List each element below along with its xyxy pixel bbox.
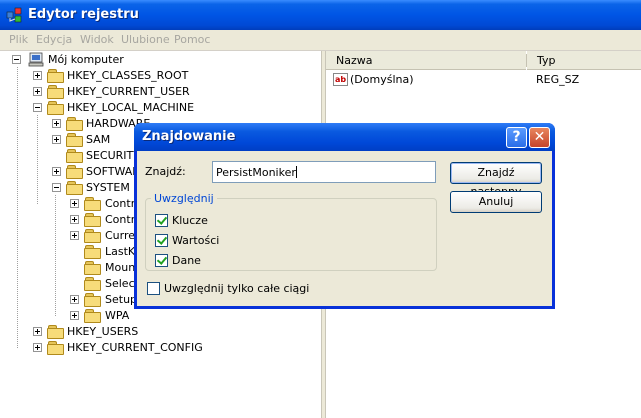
collapse-icon[interactable] (33, 103, 42, 112)
window-title: Edytor rejestru (28, 7, 139, 22)
expand-icon[interactable] (33, 87, 42, 96)
folder-icon (84, 213, 101, 227)
dialog-body: Znajdź: PersistMoniker Znajdź następny A… (137, 151, 552, 306)
find-input-value: PersistMoniker (216, 166, 296, 179)
collapse-icon[interactable] (12, 55, 21, 64)
column-header-label: Typ (537, 54, 556, 67)
tree-line (17, 67, 18, 348)
folder-icon (66, 149, 83, 163)
tree-node-label: HKEY_CURRENT_USER (67, 85, 190, 98)
value-type: REG_SZ (536, 73, 580, 86)
find-label: Znajdź: (145, 165, 186, 178)
dialog-title-bar[interactable]: Znajdowanie ? ✕ (134, 123, 555, 151)
values-checkbox-label[interactable]: Wartości (172, 234, 219, 247)
folder-icon (47, 69, 64, 83)
expand-icon[interactable] (52, 119, 61, 128)
tree-node-label: Mój komputer (48, 53, 124, 66)
folder-icon (84, 197, 101, 211)
expand-icon[interactable] (70, 311, 79, 320)
column-header-type[interactable]: Typ (527, 51, 641, 70)
expand-icon[interactable] (33, 343, 42, 352)
data-checkbox[interactable] (155, 254, 168, 267)
keys-checkbox[interactable] (155, 214, 168, 227)
open-folder-icon (47, 101, 64, 115)
find-input[interactable]: PersistMoniker (212, 161, 436, 183)
folder-icon (84, 245, 101, 259)
expand-icon[interactable] (52, 135, 61, 144)
folder-icon (47, 325, 64, 339)
folder-icon (84, 309, 101, 323)
menu-view[interactable]: Widok (80, 33, 114, 46)
keys-checkbox-label[interactable]: Klucze (172, 214, 208, 227)
whole-string-checkbox[interactable] (147, 282, 160, 295)
tree-node-label: HKEY_CURRENT_CONFIG (67, 341, 203, 354)
menu-favorites[interactable]: Ulubione (121, 33, 170, 46)
folder-icon (66, 133, 83, 147)
column-header-name[interactable]: Nazwa (326, 51, 526, 70)
menu-help[interactable]: Pomoc (174, 33, 210, 46)
cancel-button[interactable]: Anuluj (450, 191, 542, 213)
expand-icon[interactable] (70, 295, 79, 304)
expand-icon[interactable] (33, 71, 42, 80)
text-caret (295, 166, 297, 178)
dialog-title: Znajdowanie (142, 129, 236, 144)
folder-icon (66, 117, 83, 131)
tree-node-label: HKEY_USERS (67, 325, 139, 338)
collapse-icon[interactable] (52, 183, 61, 192)
open-folder-icon (66, 181, 83, 195)
expand-icon[interactable] (70, 231, 79, 240)
expand-icon[interactable] (70, 215, 79, 224)
menu-file[interactable]: Plik (9, 33, 28, 46)
folder-icon (84, 293, 101, 307)
menu-edit[interactable]: Edycja (36, 33, 72, 46)
close-button[interactable]: ✕ (529, 127, 550, 148)
tree-node-label: SYSTEM (86, 181, 130, 194)
tree-node-label: HKEY_CLASSES_ROOT (67, 69, 189, 82)
list-item[interactable]: ab (Domyślna) REG_SZ (326, 72, 641, 88)
find-next-button[interactable]: Znajdź następny (450, 162, 542, 198)
menu-bar: Plik Edycja Widok Ulubione Pomoc (0, 30, 641, 51)
tree-node-label: WPA (105, 309, 130, 322)
expand-icon[interactable] (70, 199, 79, 208)
data-checkbox-label[interactable]: Dane (172, 254, 201, 267)
folder-icon (84, 229, 101, 243)
include-group-label: Uwzględnij (151, 192, 217, 205)
column-header-label: Nazwa (336, 54, 373, 67)
folder-icon (47, 341, 64, 355)
registry-editor-icon (6, 7, 22, 23)
expand-icon[interactable] (52, 167, 61, 176)
folder-icon (84, 261, 101, 275)
computer-icon (28, 52, 44, 67)
tree-node-label: HKEY_LOCAL_MACHINE (67, 101, 195, 114)
help-button[interactable]: ? (506, 127, 527, 148)
expand-icon[interactable] (33, 327, 42, 336)
value-name: (Domyślna) (350, 73, 414, 86)
folder-icon (84, 277, 101, 291)
tree-line (37, 115, 38, 204)
whole-string-checkbox-label[interactable]: Uwzględnij tylko całe ciągi (164, 282, 309, 295)
tree-node-label: SECURITY (86, 149, 140, 162)
string-value-icon: ab (333, 73, 348, 86)
folder-icon (66, 165, 83, 179)
folder-icon (47, 85, 64, 99)
tree-line (55, 195, 56, 316)
values-checkbox[interactable] (155, 234, 168, 247)
tree-node-label: Setup (105, 293, 138, 306)
title-bar: Edytor rejestru (0, 0, 641, 30)
tree-node-label: SAM (86, 133, 111, 146)
find-dialog: Znajdowanie ? ✕ Znajdź: PersistMoniker Z… (134, 123, 555, 309)
